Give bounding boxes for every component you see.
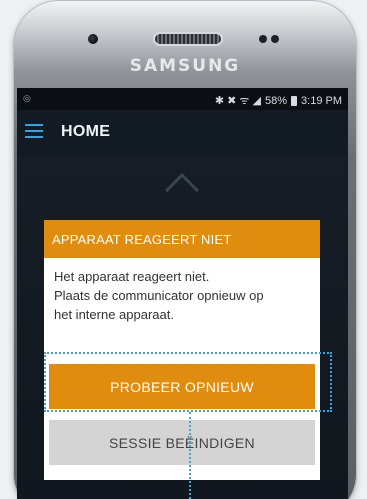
battery-percent: 58% [265,94,288,107]
proximity-sensor [259,35,267,43]
light-sensor [271,35,279,43]
status-time: 3:19 PM [301,94,342,107]
phone-screen: ◎ ✱ ✖ ᯤ ◢ 58% 3:19 PM HOME APPARAAT REAG… [17,88,348,499]
hamburger-menu-icon[interactable] [25,124,43,138]
status-bar: ◎ ✱ ✖ ᯤ ◢ 58% 3:19 PM [17,88,348,110]
chevron-up-icon[interactable] [165,173,199,207]
page-title: HOME [61,123,111,140]
device-brand-logo: SAMSUNG [129,56,241,76]
dialog-message-line-2: Plaats de communicator opnieuw op [54,288,264,303]
front-camera [88,34,98,44]
earpiece-speaker [155,34,221,44]
app-bar: HOME [17,110,348,156]
dialog-title: APPARAAT REAGEERT NIET [44,220,320,258]
dialog-message-line-1: Het apparaat reageert niet. [54,269,210,284]
error-dialog: APPARAAT REAGEERT NIET Het apparaat reag… [44,220,320,480]
battery-icon [291,95,298,106]
dialog-message: Het apparaat reageert niet. Plaats de co… [44,258,320,324]
status-glyphs: ✱ ✖ ᯤ ◢ [214,95,261,107]
end-session-button[interactable]: SESSIE BEËINDIGEN [49,420,315,465]
callout-leader-line [189,412,191,499]
dialog-message-line-3: het interne apparaat. [54,307,174,322]
status-icons: ✱ ✖ ᯤ ◢ 58% 3:19 PM [215,93,342,108]
signal-icon: ◎ [23,93,31,103]
callout-highlight-box [44,352,332,412]
